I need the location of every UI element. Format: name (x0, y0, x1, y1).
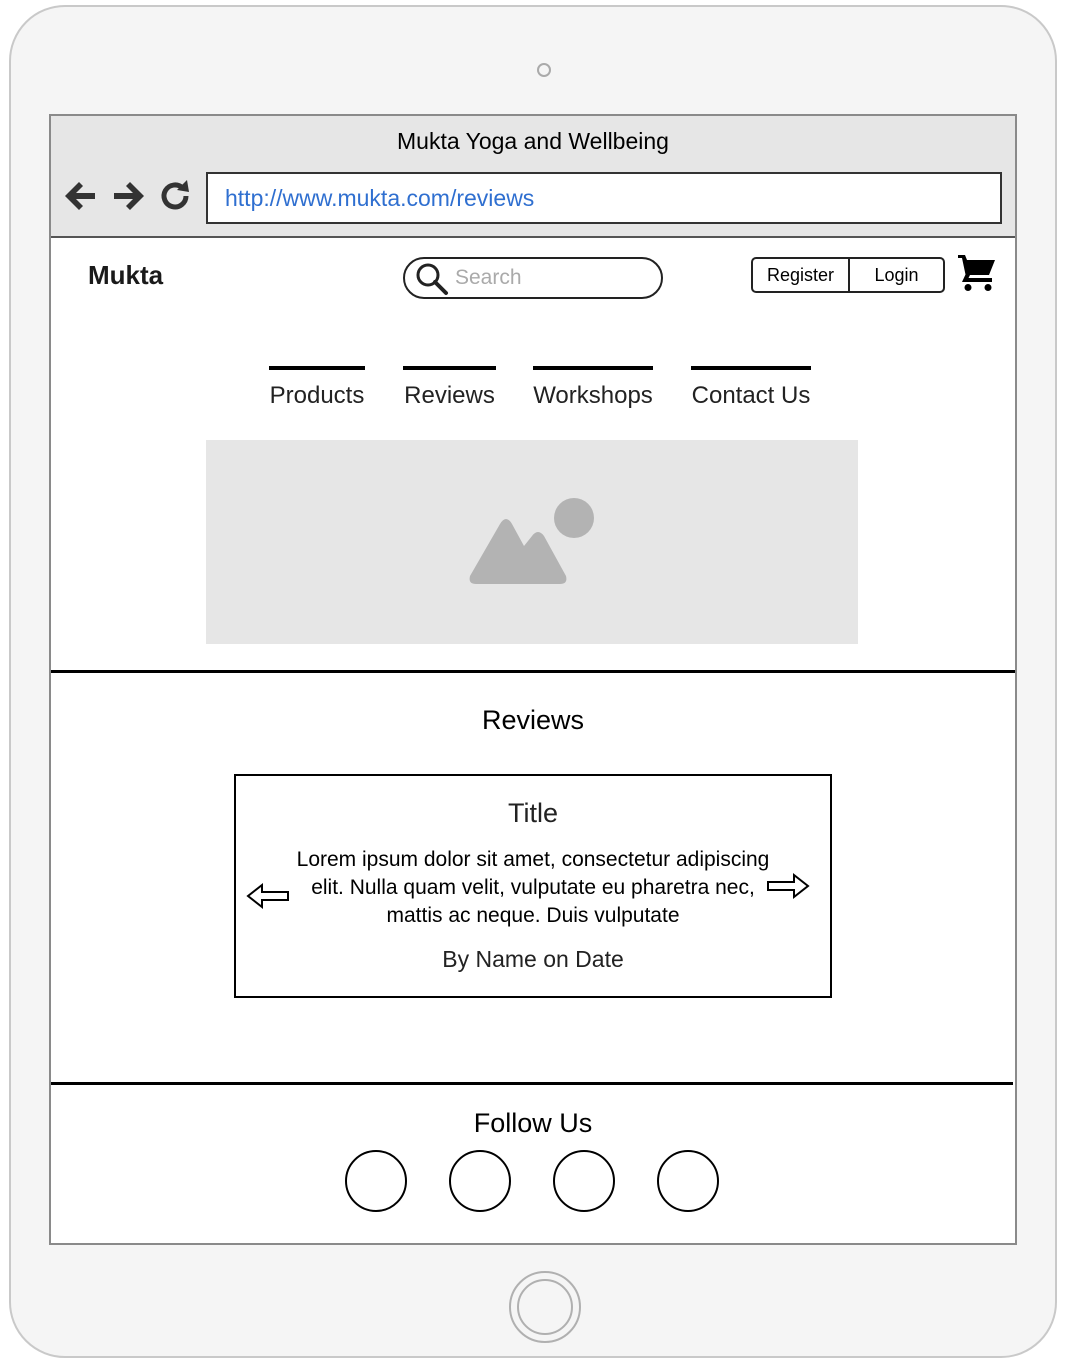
reviews-heading: Reviews (481, 705, 585, 735)
login-button[interactable]: Login (850, 259, 943, 291)
tab-contact-us[interactable]: Contact Us (691, 366, 811, 412)
home-button-ring (517, 1279, 573, 1335)
social-link-1[interactable] (345, 1150, 407, 1212)
arrow-right-outline-icon[interactable] (766, 872, 810, 900)
url-bar[interactable]: http://www.mukta.com/reviews (206, 172, 1002, 224)
review-text: Lorem ipsum dolor sit amet, consectetur … (296, 848, 770, 927)
image-placeholder-icon (469, 498, 594, 584)
refresh-icon[interactable] (157, 178, 193, 214)
tab-reviews[interactable]: Reviews (403, 366, 496, 412)
screen: Mukta Yoga and Wellbeing http://www.mukt… (49, 114, 1017, 1245)
tab-workshops[interactable]: Workshops (533, 366, 653, 412)
footer-divider (51, 1082, 1013, 1085)
hero-image (206, 440, 858, 644)
social-link-3[interactable] (553, 1150, 615, 1212)
review-title: Title (507, 798, 558, 828)
cart-icon[interactable] (956, 251, 998, 293)
search-icon (416, 263, 448, 295)
arrow-right-icon[interactable] (110, 178, 146, 214)
home-button[interactable] (509, 1271, 581, 1343)
window-title: Mukta Yoga and Wellbeing (397, 128, 669, 154)
camera-dot (537, 63, 551, 77)
review-card: Title Lorem ipsum dolor sit amet, consec… (234, 774, 832, 998)
browser-chrome: Mukta Yoga and Wellbeing http://www.mukt… (51, 116, 1015, 238)
auth-button-group: Register Login (751, 257, 945, 293)
section-divider (51, 670, 1015, 673)
review-byline: By Name on Date (442, 946, 624, 972)
arrow-left-outline-icon[interactable] (246, 882, 290, 910)
search-input[interactable]: Search (403, 257, 663, 299)
search-placeholder: Search (455, 266, 522, 289)
register-button[interactable]: Register (753, 259, 850, 291)
tab-products[interactable]: Products (269, 366, 365, 412)
brand-logo[interactable]: Mukta (88, 260, 163, 291)
arrow-left-icon[interactable] (63, 178, 99, 214)
social-link-4[interactable] (657, 1150, 719, 1212)
social-link-2[interactable] (449, 1150, 511, 1212)
follow-us-heading: Follow Us (473, 1108, 593, 1138)
